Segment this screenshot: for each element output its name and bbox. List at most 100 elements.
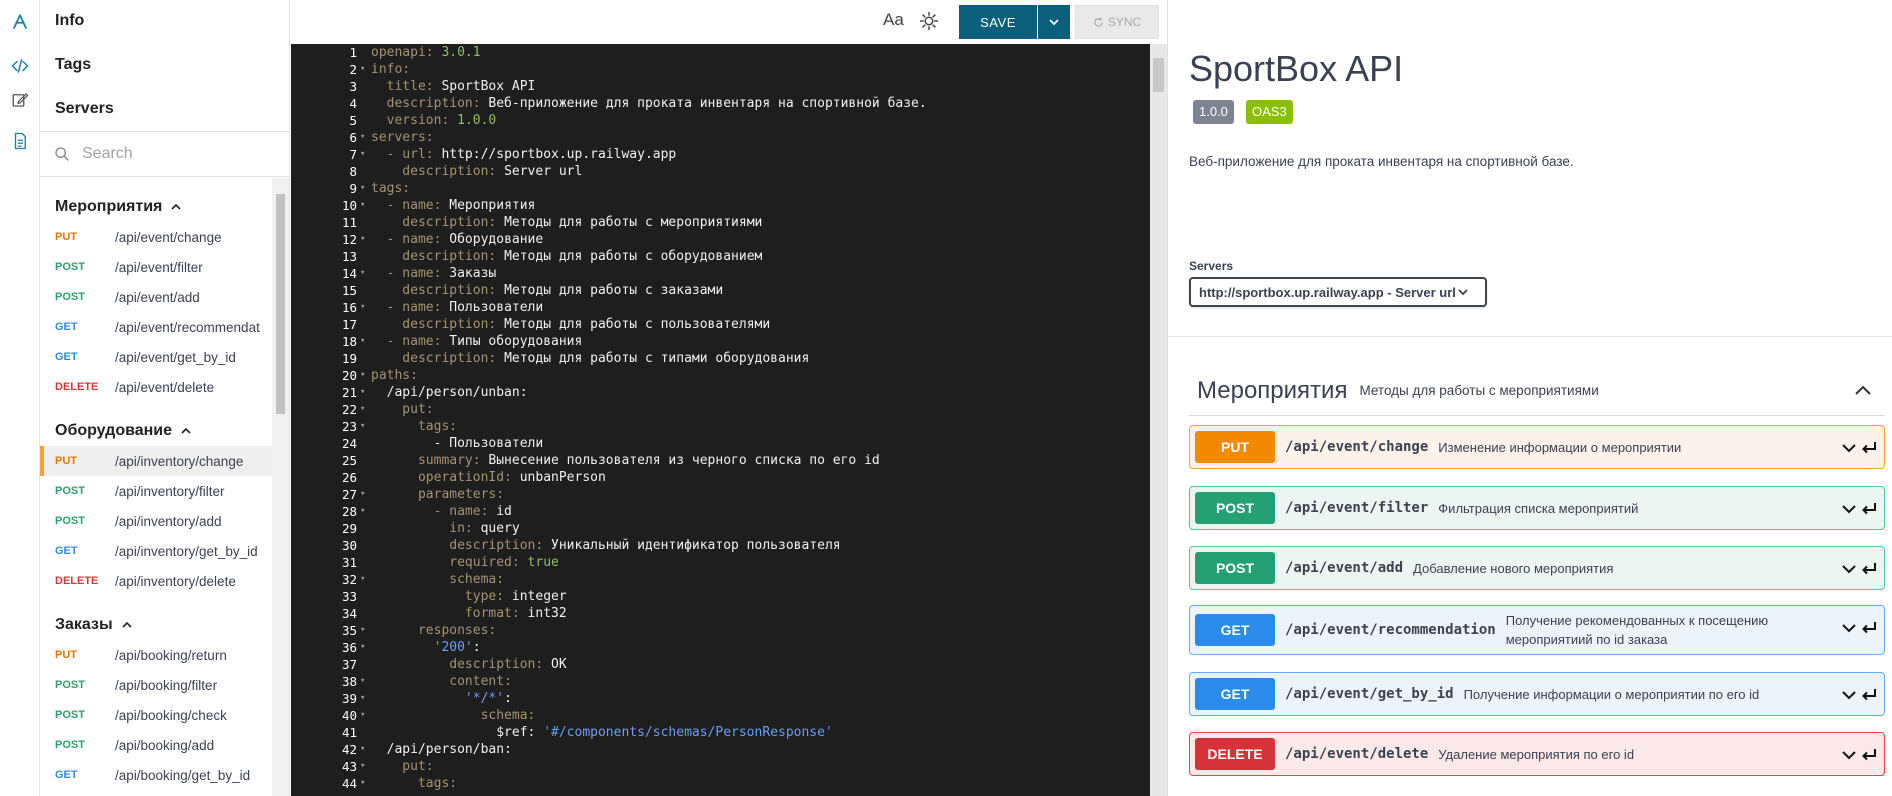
nav-scrollbar-thumb[interactable] <box>276 194 285 414</box>
fold-arrow-icon[interactable]: ▾ <box>360 197 365 214</box>
fold-arrow-icon[interactable]: ▾ <box>360 758 365 775</box>
fold-arrow-icon[interactable]: ▾ <box>360 503 365 520</box>
document-icon[interactable] <box>6 127 34 155</box>
operation-block[interactable]: POST/api/event/add Добавление нового меро… <box>1189 546 1885 590</box>
operation-block[interactable]: GET/api/event/recommendation Получение ре… <box>1189 605 1885 655</box>
edit-icon[interactable] <box>6 86 34 114</box>
yaml-code-editor[interactable]: 1 openapi: 3.0.1 2 ▾ info: 3 title: SportBox … <box>291 44 1167 796</box>
chevron-down-icon[interactable] <box>1840 686 1858 704</box>
fold-arrow-icon[interactable]: ▾ <box>360 129 365 146</box>
nav-group-name: Мероприятия <box>55 198 163 215</box>
server-select[interactable]: http://sportbox.up.railway.app - Server … <box>1189 277 1487 307</box>
line-number: 18 <box>341 334 357 349</box>
nav-scrollbar[interactable] <box>272 178 289 796</box>
enter-arrow-icon[interactable] <box>1860 560 1878 578</box>
nav-link-servers[interactable]: Servers <box>40 88 289 132</box>
nav-endpoint-item[interactable]: GET/api/inventory/get_by_id <box>40 536 272 566</box>
nav-endpoint-item[interactable]: GET/api/event/recommendat <box>40 312 272 342</box>
operation-block[interactable]: PUT/api/event/change Изменение информации… <box>1189 425 1885 469</box>
code-text: put: <box>371 758 433 775</box>
nav-search-input[interactable] <box>82 145 252 163</box>
logo-icon[interactable] <box>6 8 34 36</box>
fold-arrow-icon[interactable]: ▾ <box>360 639 365 656</box>
code-token: in: <box>371 521 481 536</box>
save-options-button[interactable] <box>1038 5 1070 39</box>
code-text: - name: Оборудование <box>371 231 544 248</box>
nav-endpoint-method: POST <box>55 291 85 303</box>
fold-arrow-icon[interactable]: ▾ <box>360 775 365 792</box>
code-token: description: <box>371 249 505 264</box>
line-number: 32 <box>341 572 357 587</box>
nav-endpoint-item[interactable]: POST/api/inventory/add <box>40 506 272 536</box>
fold-arrow-icon[interactable]: ▾ <box>360 231 365 248</box>
code-token: - name: <box>371 198 450 213</box>
editor-scrollbar[interactable] <box>1150 44 1167 796</box>
fold-arrow-icon[interactable]: ▾ <box>360 707 365 724</box>
fold-arrow-icon[interactable]: ▾ <box>360 418 365 435</box>
enter-arrow-icon[interactable] <box>1860 619 1878 637</box>
nav-endpoint-item[interactable]: PUT/api/inventory/change <box>40 446 272 476</box>
theme-sun-icon[interactable] <box>919 11 939 31</box>
nav-endpoint-item[interactable]: PUT/api/booking/return <box>40 640 272 670</box>
font-size-button[interactable]: Aa <box>883 10 904 30</box>
nav-link-info[interactable]: Info <box>40 0 289 44</box>
fold-arrow-icon[interactable]: ▾ <box>360 673 365 690</box>
editor-scrollbar-thumb[interactable] <box>1153 58 1164 92</box>
nav-endpoint-item[interactable]: POST/api/inventory/filter <box>40 476 272 506</box>
line-number: 9 <box>349 181 357 196</box>
nav-endpoint-item[interactable]: DELETE/api/inventory/delete <box>40 566 272 596</box>
code-text: title: SportBox API <box>371 78 536 95</box>
nav-endpoint-item[interactable]: POST/api/event/add <box>40 282 272 312</box>
chevron-down-icon[interactable] <box>1840 500 1858 518</box>
fold-arrow-icon[interactable]: ▾ <box>360 486 365 503</box>
nav-endpoint-item[interactable]: PUT/api/event/change <box>40 222 272 252</box>
fold-arrow-icon[interactable]: ▾ <box>360 690 365 707</box>
nav-endpoint-item[interactable]: POST/api/booking/check <box>40 700 272 730</box>
enter-arrow-icon[interactable] <box>1860 500 1878 518</box>
chevron-down-icon[interactable] <box>1840 560 1858 578</box>
enter-arrow-icon[interactable] <box>1860 439 1878 457</box>
operation-block[interactable]: DELETE/api/event/delete Удаление мероприя… <box>1189 732 1885 776</box>
chevron-down-icon[interactable] <box>1840 619 1858 637</box>
enter-arrow-icon[interactable] <box>1860 746 1878 764</box>
nav-link-tags[interactable]: Tags <box>40 44 289 88</box>
search-icon <box>55 147 69 161</box>
fold-arrow-icon[interactable]: ▾ <box>360 622 365 639</box>
fold-arrow-icon[interactable]: ▾ <box>360 61 365 78</box>
nav-group-header[interactable]: Оборудование <box>40 416 272 446</box>
operation-block[interactable]: GET/api/event/get_by_id Получение информа… <box>1189 672 1885 716</box>
fold-arrow-icon[interactable]: ▾ <box>360 333 365 350</box>
chevron-up-icon[interactable] <box>1853 381 1873 401</box>
chevron-down-icon[interactable] <box>1840 746 1858 764</box>
tag-section-header[interactable]: Мероприятия Методы для работы с мероприя… <box>1189 366 1885 416</box>
code-icon[interactable] <box>6 52 34 80</box>
oas-badge: OAS3 <box>1246 100 1293 124</box>
fold-arrow-icon[interactable]: ▾ <box>360 367 365 384</box>
fold-arrow-icon[interactable]: ▾ <box>360 741 365 758</box>
fold-arrow-icon[interactable]: ▾ <box>360 384 365 401</box>
line-number: 4 <box>349 96 357 111</box>
nav-group-header[interactable]: Заказы <box>40 610 272 640</box>
fold-arrow-icon[interactable]: ▾ <box>360 401 365 418</box>
operation-block[interactable]: POST/api/event/filter Фильтрация списка м… <box>1189 486 1885 530</box>
nav-endpoint-item[interactable]: GET/api/booking/get_by_id <box>40 760 272 790</box>
chevron-down-icon[interactable] <box>1840 439 1858 457</box>
fold-arrow-icon[interactable]: ▾ <box>360 146 365 163</box>
nav-endpoint-item[interactable]: POST/api/event/filter <box>40 252 272 282</box>
sync-button[interactable]: SYNC <box>1075 5 1159 39</box>
fold-arrow-icon[interactable]: ▾ <box>360 571 365 588</box>
save-button[interactable]: SAVE <box>959 5 1037 39</box>
code-text: - name: id <box>371 503 512 520</box>
nav-endpoint-item[interactable]: POST/api/booking/add <box>40 730 272 760</box>
nav-endpoint-item[interactable]: POST/api/booking/filter <box>40 670 272 700</box>
nav-group-header[interactable]: Мероприятия <box>40 192 272 222</box>
fold-arrow-icon[interactable]: ▾ <box>360 180 365 197</box>
nav-endpoint-item[interactable]: DELETE/api/event/delete <box>40 372 272 402</box>
nav-endpoint-path: /api/event/add <box>115 289 200 305</box>
code-text: schema: <box>371 707 536 724</box>
operation-method-badge: PUT <box>1195 431 1275 463</box>
nav-endpoint-item[interactable]: GET/api/event/get_by_id <box>40 342 272 372</box>
enter-arrow-icon[interactable] <box>1860 686 1878 704</box>
fold-arrow-icon[interactable]: ▾ <box>360 265 365 282</box>
fold-arrow-icon[interactable]: ▾ <box>360 299 365 316</box>
